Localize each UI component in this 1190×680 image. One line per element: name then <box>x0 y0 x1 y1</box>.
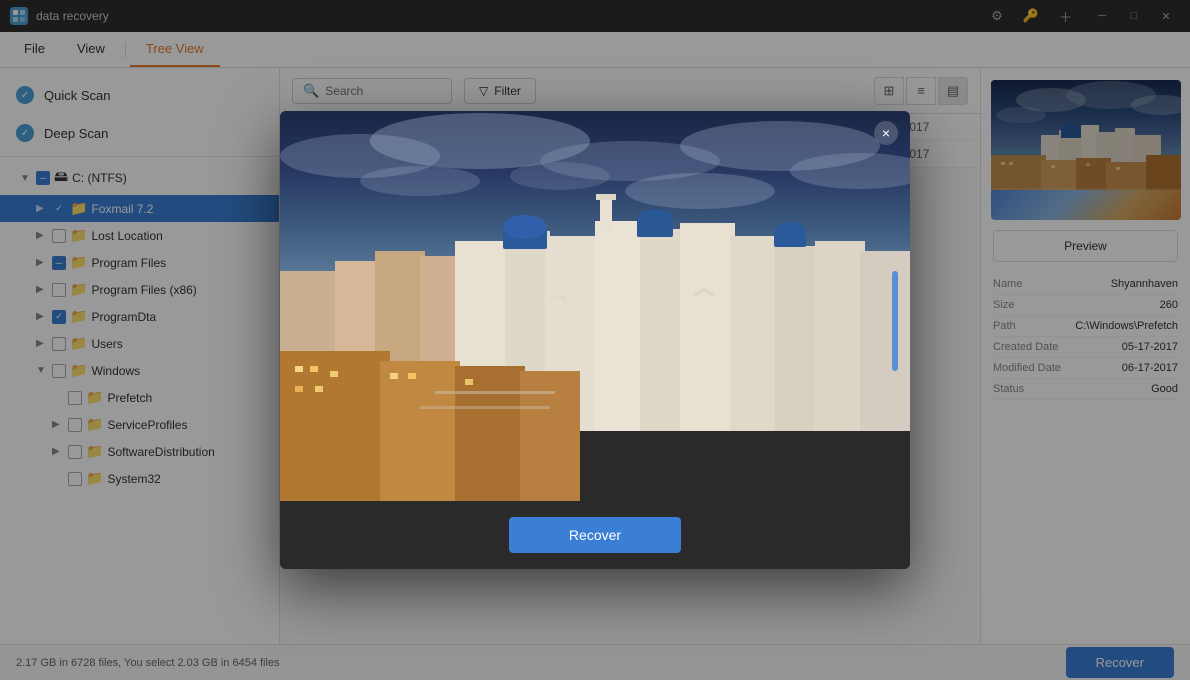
modal-footer: Recover <box>280 501 910 569</box>
modal-image <box>280 111 910 501</box>
modal-overlay[interactable]: × <box>0 0 1190 680</box>
modal-dialog: × <box>280 111 910 569</box>
modal-close-button[interactable]: × <box>874 121 898 145</box>
recover-modal-button[interactable]: Recover <box>509 517 681 553</box>
